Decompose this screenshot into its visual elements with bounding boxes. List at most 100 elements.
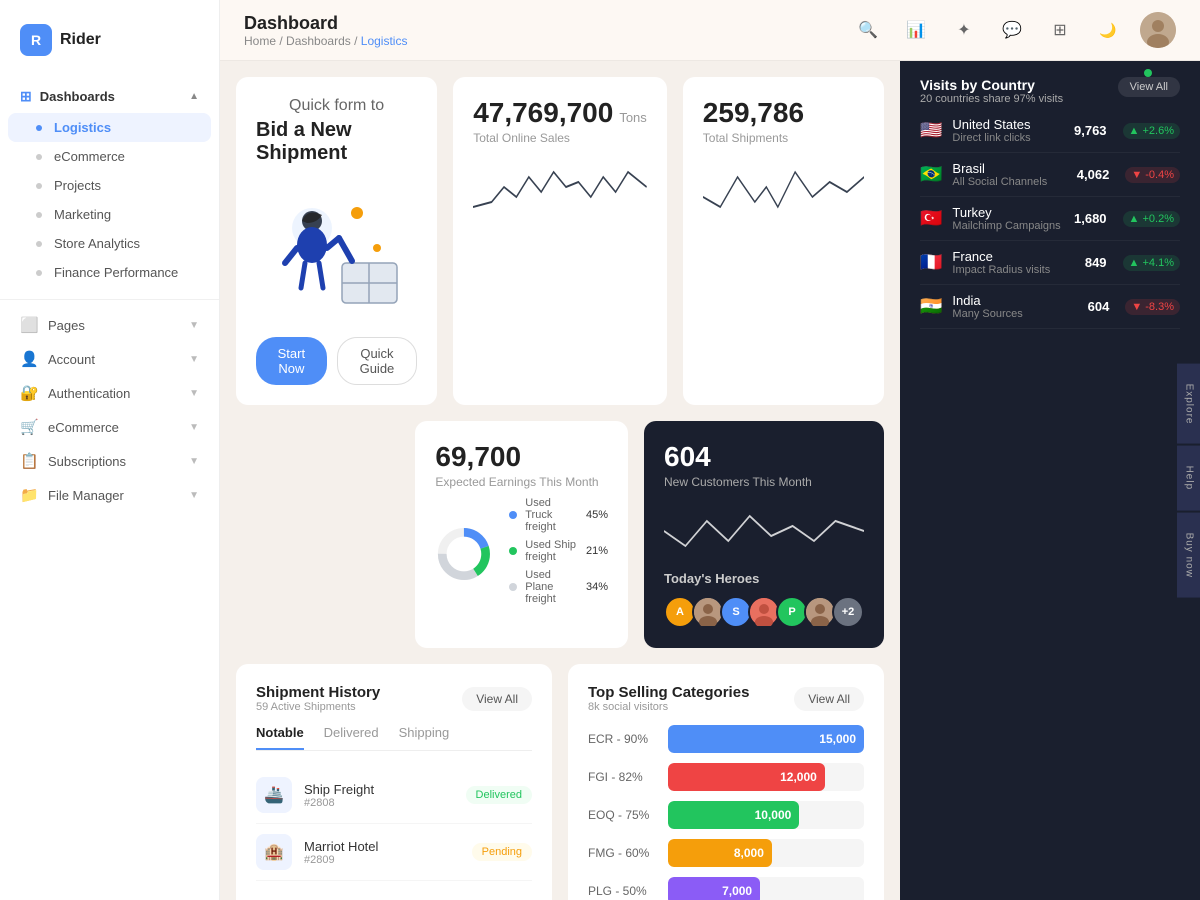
top-categories-header: Top Selling Categories 8k social visitor… xyxy=(588,684,864,713)
header-right: 🔍 📊 ✦ 💬 ⊞ 🌙 xyxy=(852,12,1176,48)
sidebar-item-finance-performance[interactable]: Finance Performance xyxy=(0,258,219,287)
dashboards-header[interactable]: ⊞ Dashboards ▲ xyxy=(0,80,219,113)
bar-item: FMG - 60% 8,000 xyxy=(588,839,864,867)
sidebar-item-file-manager[interactable]: 📁 File Manager ▼ xyxy=(0,478,219,512)
buy-now-button[interactable]: Buy now xyxy=(1177,513,1200,598)
shipment-status-1: Delivered xyxy=(466,786,532,804)
earnings-card: 69,700 Expected Earnings This Month xyxy=(415,421,628,648)
shipment-tabs: Notable Delivered Shipping xyxy=(256,725,532,751)
dot-icon xyxy=(36,270,42,276)
shipment-history-title-group: Shipment History 59 Active Shipments xyxy=(256,684,380,713)
country-source: Direct link clicks xyxy=(952,132,1064,144)
auth-icon: 🔐 xyxy=(20,384,38,402)
country-name: France xyxy=(952,249,1074,264)
shipment-id-1: #2808 xyxy=(304,797,454,809)
shipment-history-title: Shipment History xyxy=(256,684,380,701)
breadcrumb-current: Logistics xyxy=(361,34,408,48)
shipment-view-all-button[interactable]: View All xyxy=(462,687,532,711)
chevron-up-icon: ▲ xyxy=(189,91,199,102)
country-flag: 🇹🇷 xyxy=(920,208,942,229)
country-info: Brasil All Social Channels xyxy=(952,161,1066,188)
shipment-history-header: Shipment History 59 Active Shipments Vie… xyxy=(256,684,532,713)
cv-subtitle: 20 countries share 97% visits xyxy=(920,93,1063,105)
bar-fill: 15,000 xyxy=(668,725,864,753)
promo-actions: Start Now Quick Guide xyxy=(256,337,417,385)
cv-view-all-button[interactable]: View All xyxy=(1118,77,1180,97)
top-categories-subtitle: 8k social visitors xyxy=(588,701,749,713)
shipment-name-2: Marriot Hotel xyxy=(304,839,460,854)
sidebar-item-marketing[interactable]: Marketing xyxy=(0,200,219,229)
message-icon[interactable]: 💬 xyxy=(996,14,1028,46)
country-change: ▼ -0.4% xyxy=(1125,167,1180,183)
country-name: United States xyxy=(952,117,1064,132)
search-icon[interactable]: 🔍 xyxy=(852,14,884,46)
breadcrumb-home: Home xyxy=(244,34,276,48)
country-visits-count: 604 xyxy=(1088,299,1110,314)
sidebar-item-store-analytics[interactable]: Store Analytics xyxy=(0,229,219,258)
shipment-item-1: 🚢 Ship Freight #2808 Delivered xyxy=(256,767,532,824)
donut-chart xyxy=(435,514,493,594)
sidebar-item-account[interactable]: 👤 Account ▼ xyxy=(0,342,219,376)
shipment-status-2: Pending xyxy=(472,843,532,861)
tab-delivered[interactable]: Delivered xyxy=(324,725,379,750)
top-categories-title-group: Top Selling Categories 8k social visitor… xyxy=(588,684,749,713)
truck-dot xyxy=(509,511,517,519)
dark-mode-toggle[interactable]: 🌙 xyxy=(1092,14,1124,46)
sidebar-item-pages[interactable]: ⬜ Pages ▼ xyxy=(0,308,219,342)
legend-ship: Used Ship freight 21% xyxy=(509,539,608,563)
chevron-right-icon: ▼ xyxy=(189,490,199,501)
shipment-info-2: Marriot Hotel #2809 xyxy=(304,839,460,866)
chevron-right-icon: ▼ xyxy=(189,354,199,365)
bar-label: FMG - 60% xyxy=(588,846,658,860)
user-avatar[interactable] xyxy=(1140,12,1176,48)
grid-view-icon[interactable]: ⊞ xyxy=(1044,14,1076,46)
settings-icon[interactable]: ✦ xyxy=(948,14,980,46)
categories-view-all-button[interactable]: View All xyxy=(794,687,864,711)
shipments-number: 259,786 xyxy=(703,97,864,129)
help-button[interactable]: Help xyxy=(1177,446,1200,511)
top-categories-title: Top Selling Categories xyxy=(588,684,749,701)
sidebar-item-subscriptions[interactable]: 📋 Subscriptions ▼ xyxy=(0,444,219,478)
chevron-right-icon: ▼ xyxy=(189,320,199,331)
bar-track: 10,000 xyxy=(668,801,864,829)
sidebar-item-projects[interactable]: Projects xyxy=(0,171,219,200)
shipments-chart xyxy=(703,157,864,217)
top-categories-card: Top Selling Categories 8k social visitor… xyxy=(568,664,884,900)
sidebar-item-authentication[interactable]: 🔐 Authentication ▼ xyxy=(0,376,219,410)
dot-icon xyxy=(36,212,42,218)
sidebar-item-logistics[interactable]: Logistics xyxy=(8,113,211,142)
tab-shipping[interactable]: Shipping xyxy=(399,725,450,750)
cv-title: Visits by Country xyxy=(920,77,1063,93)
bar-label: PLG - 50% xyxy=(588,884,658,898)
explore-button[interactable]: Explore xyxy=(1177,363,1200,444)
shipment-id-2: #2809 xyxy=(304,854,460,866)
country-change: ▲ +4.1% xyxy=(1123,255,1180,271)
customers-card: 604 New Customers This Month Today's Her… xyxy=(644,421,884,648)
sidebar-item-ecommerce-nav[interactable]: 🛒 eCommerce ▼ xyxy=(0,410,219,444)
shipment-history-subtitle: 59 Active Shipments xyxy=(256,701,380,713)
promo-illustration xyxy=(257,193,417,313)
top-cards-grid: Quick form to Bid a New Shipment xyxy=(236,77,884,405)
sidebar: R Rider ⊞ Dashboards ▲ Logistics eCommer… xyxy=(0,0,220,900)
logo-icon: R xyxy=(20,24,52,56)
stat-card-total-sales: 47,769,700 Tons Total Online Sales xyxy=(453,77,667,405)
chart-icon[interactable]: 📊 xyxy=(900,14,932,46)
country-item: 🇹🇷 Turkey Mailchimp Campaigns 1,680 ▲ +0… xyxy=(920,197,1180,241)
account-icon: 👤 xyxy=(20,350,38,368)
start-now-button[interactable]: Start Now xyxy=(256,337,327,385)
dot-icon xyxy=(36,183,42,189)
country-source: Many Sources xyxy=(952,308,1077,320)
header: Dashboard Home / Dashboards / Logistics … xyxy=(220,0,1200,61)
chevron-right-icon: ▼ xyxy=(189,422,199,433)
quick-guide-button[interactable]: Quick Guide xyxy=(337,337,417,385)
country-name: Turkey xyxy=(952,205,1064,220)
content-area: Quick form to Bid a New Shipment xyxy=(220,61,1200,900)
bar-track: 8,000 xyxy=(668,839,864,867)
sidebar-item-ecommerce[interactable]: eCommerce xyxy=(0,142,219,171)
bar-value: 12,000 xyxy=(780,770,817,784)
tab-notable[interactable]: Notable xyxy=(256,725,304,750)
earnings-number: 69,700 xyxy=(435,441,608,473)
ship-dot xyxy=(509,547,517,555)
chevron-right-icon: ▼ xyxy=(189,456,199,467)
promo-text: Quick form to xyxy=(289,97,384,115)
